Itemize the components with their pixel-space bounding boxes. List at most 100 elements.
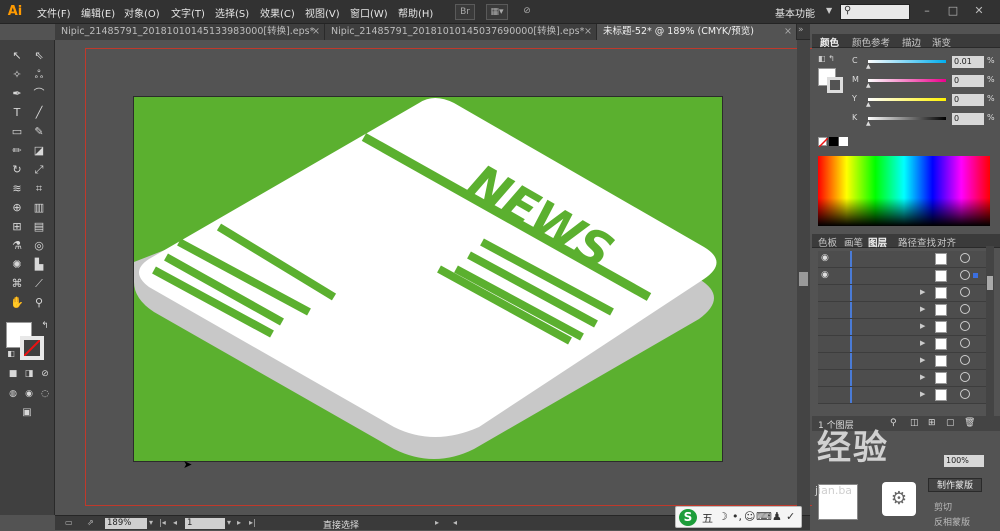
yellow-value-field[interactable]: 0: [952, 94, 984, 106]
vertical-scrollbar[interactable]: [797, 40, 810, 515]
free-transform-tool-icon[interactable]: ⌗: [30, 181, 48, 197]
locate-object-icon[interactable]: ⚲: [890, 418, 897, 428]
tab-color-guide[interactable]: 颜色参考: [852, 35, 890, 49]
expand-arrow-icon[interactable]: ▶: [920, 390, 925, 398]
black-slider[interactable]: K ▲ 0 %: [852, 113, 996, 127]
cyan-value-field[interactable]: 0.01: [952, 56, 984, 68]
menu-type[interactable]: 文字(T): [171, 5, 205, 20]
eye-icon[interactable]: ◉: [821, 270, 831, 280]
clip-checkbox[interactable]: 剪切: [934, 500, 952, 513]
emoji-icon[interactable]: ☺: [744, 510, 755, 523]
line-tool-icon[interactable]: ╱: [30, 105, 48, 121]
rectangle-tool-icon[interactable]: ▭: [8, 124, 26, 140]
new-layer-icon[interactable]: ▢: [946, 418, 955, 428]
wrench-icon[interactable]: ✓: [786, 510, 795, 523]
gpu-icon[interactable]: ⊘: [518, 4, 536, 20]
moon-icon[interactable]: ☽: [718, 510, 728, 523]
minimize-icon[interactable]: –: [920, 4, 934, 18]
slice-tool-icon[interactable]: ⟋: [30, 276, 48, 292]
scale-tool-icon[interactable]: ⤢: [30, 162, 48, 178]
eraser-tool-icon[interactable]: ◪: [30, 143, 48, 159]
target-icon[interactable]: [960, 321, 970, 331]
tab-color[interactable]: 颜色: [820, 35, 839, 49]
restore-icon[interactable]: □: [946, 4, 960, 18]
layer-row[interactable]: ▶: [818, 353, 986, 370]
yellow-slider[interactable]: Y ▲ 0 %: [852, 94, 996, 108]
menu-window[interactable]: 窗口(W): [350, 5, 388, 20]
blend-tool-icon[interactable]: ◎: [30, 238, 48, 254]
expand-arrow-icon[interactable]: ▶: [920, 339, 925, 347]
pen-tool-icon[interactable]: ✒: [8, 86, 26, 102]
menu-edit[interactable]: 编辑(E): [81, 5, 115, 20]
paintbrush-tool-icon[interactable]: ✎: [30, 124, 48, 140]
keyboard-icon[interactable]: ⌨: [756, 510, 772, 523]
rotate-tool-icon[interactable]: ↻: [8, 162, 26, 178]
search-input[interactable]: ⚲: [840, 4, 910, 20]
expand-arrow-icon[interactable]: ▶: [920, 288, 925, 296]
eyedropper-tool-icon[interactable]: ⚗: [8, 238, 26, 254]
target-icon[interactable]: [960, 304, 970, 314]
black-swatch[interactable]: [829, 137, 838, 146]
arrange-documents-icon[interactable]: ▦▾: [486, 4, 508, 20]
layer-row[interactable]: ▶: [818, 336, 986, 353]
target-icon[interactable]: [960, 355, 970, 365]
magenta-slider[interactable]: M ▲ 0 %: [852, 75, 996, 89]
export-icon[interactable]: ⇗: [87, 518, 94, 527]
black-track[interactable]: [868, 117, 946, 120]
expand-arrow-icon[interactable]: ▶: [920, 322, 925, 330]
gradient-tool-icon[interactable]: ▤: [30, 219, 48, 235]
tab-align[interactable]: 对齐: [937, 235, 956, 249]
zoom-field[interactable]: 189%: [105, 518, 147, 529]
expand-arrow-icon[interactable]: ▶: [920, 356, 925, 364]
mesh-tool-icon[interactable]: ⊞: [8, 219, 26, 235]
target-icon[interactable]: [960, 338, 970, 348]
make-clipping-mask-icon[interactable]: ◫: [910, 418, 919, 428]
color-stroke-swatch[interactable]: [827, 77, 843, 93]
artboard-tool-icon[interactable]: ⌘: [8, 276, 26, 292]
delete-layer-icon[interactable]: 🗑: [964, 418, 975, 428]
ime-toolbar[interactable]: S 五 ☽ •, ☺ ⌨ ♟ ✓: [675, 506, 802, 528]
first-artboard-icon[interactable]: |◂: [159, 518, 166, 527]
black-value-field[interactable]: 0: [952, 113, 984, 125]
menu-select[interactable]: 选择(S): [215, 5, 249, 20]
close-tab-icon[interactable]: ×: [784, 24, 792, 40]
menu-object[interactable]: 对象(O): [124, 5, 160, 20]
swap-fill-stroke-icon[interactable]: ↰: [36, 318, 54, 334]
column-graph-tool-icon[interactable]: ▙: [30, 257, 48, 273]
target-icon[interactable]: [960, 372, 970, 382]
opacity-field[interactable]: 100%: [944, 455, 984, 467]
target-icon[interactable]: [960, 253, 970, 263]
stroke-swatch[interactable]: [20, 336, 44, 360]
none-mode-icon[interactable]: ⊘: [36, 366, 54, 382]
menu-view[interactable]: 视图(V): [305, 5, 340, 20]
magenta-track[interactable]: [868, 79, 946, 82]
layer-row[interactable]: ▶: [818, 285, 986, 302]
yellow-track[interactable]: [868, 98, 946, 101]
artboard[interactable]: NEWS: [133, 96, 723, 462]
bridge-button[interactable]: Br: [455, 4, 475, 20]
curvature-tool-icon[interactable]: ⌒: [30, 86, 48, 102]
selection-tool-icon[interactable]: ↖: [8, 48, 26, 64]
menu-effect[interactable]: 效果(C): [260, 5, 295, 20]
default-colors-icon[interactable]: ◧ ↰: [818, 54, 835, 63]
layer-row[interactable]: ▶: [818, 387, 986, 404]
eye-icon[interactable]: ◉: [821, 253, 831, 263]
cyan-track[interactable]: [868, 60, 946, 63]
layer-row[interactable]: ◉: [818, 268, 986, 285]
tab-brushes[interactable]: 画笔: [844, 235, 863, 249]
tab-document-1[interactable]: Nipic_21485791_20181010145133983000[转换].…: [55, 24, 325, 40]
layers-scrollbar[interactable]: [986, 246, 994, 416]
pencil-tool-icon[interactable]: ✏: [8, 143, 26, 159]
color-spectrum[interactable]: [818, 156, 990, 226]
target-icon[interactable]: [960, 270, 970, 280]
tab-stroke[interactable]: 描边: [902, 35, 921, 49]
last-artboard-icon[interactable]: ▸|: [249, 518, 256, 527]
layer-row[interactable]: ▶: [818, 302, 986, 319]
tab-swatches[interactable]: 色板: [818, 235, 837, 249]
slider-knob-icon[interactable]: ▲: [866, 120, 871, 127]
direct-selection-tool-icon[interactable]: ⇖: [30, 48, 48, 64]
magic-wand-tool-icon[interactable]: ✧: [8, 67, 26, 83]
punctuation-icon[interactable]: •,: [732, 510, 742, 523]
tab-pathfinder[interactable]: 路径查找: [898, 235, 936, 249]
scroll-thumb[interactable]: [987, 276, 993, 290]
